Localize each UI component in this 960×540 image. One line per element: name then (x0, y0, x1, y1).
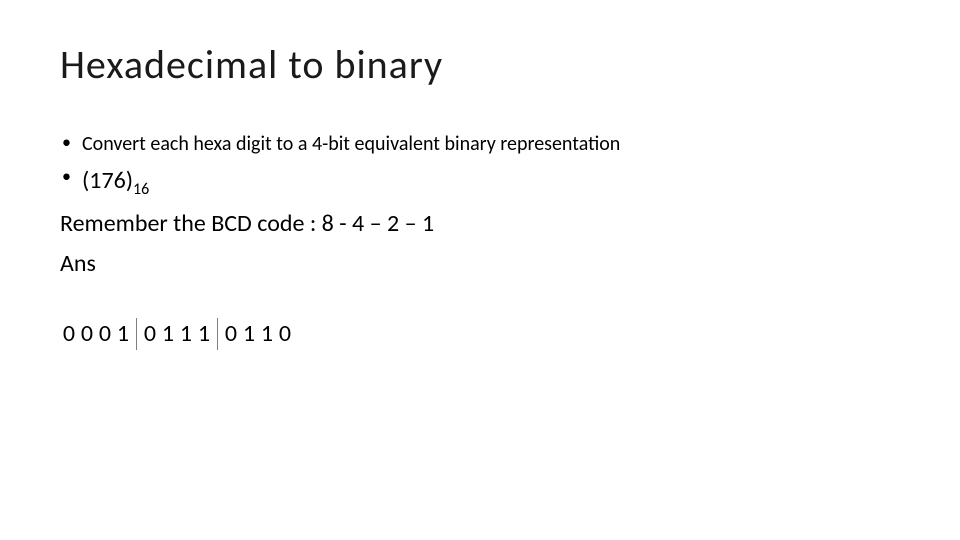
bullet-convert: Convert each hexa digit to a 4-bit equiv… (60, 129, 900, 159)
bit: 1 (177, 316, 195, 352)
page-title: Hexadecimal to binary (60, 40, 900, 89)
slide: Hexadecimal to binary Convert each hexa … (0, 0, 960, 540)
bit: 0 (78, 316, 96, 352)
bit-group-3: 0 1 1 0 (222, 318, 298, 350)
remember-line: Remember the BCD code : 8 - 4 – 2 – 1 (60, 206, 900, 242)
binary-result: 0 0 0 1 0 1 1 1 0 1 1 0 (60, 318, 900, 350)
bit: 1 (195, 316, 213, 352)
bit: 0 (276, 316, 294, 352)
bit: 0 (141, 316, 159, 352)
bit: 1 (240, 316, 258, 352)
ans-label: Ans (60, 246, 900, 282)
example-value: (176) (82, 166, 133, 195)
bit: 0 (96, 316, 114, 352)
bit: 1 (258, 316, 276, 352)
bullet-example: (176)16 (60, 163, 900, 202)
bit-group-2: 0 1 1 1 (141, 318, 218, 350)
body-text: Convert each hexa digit to a 4-bit equiv… (60, 129, 900, 350)
bit: 1 (159, 316, 177, 352)
example-base: 16 (133, 180, 149, 199)
bit: 0 (222, 316, 240, 352)
bit-group-1: 0 0 0 1 (60, 318, 137, 350)
bit: 0 (60, 316, 78, 352)
bit: 1 (114, 316, 132, 352)
